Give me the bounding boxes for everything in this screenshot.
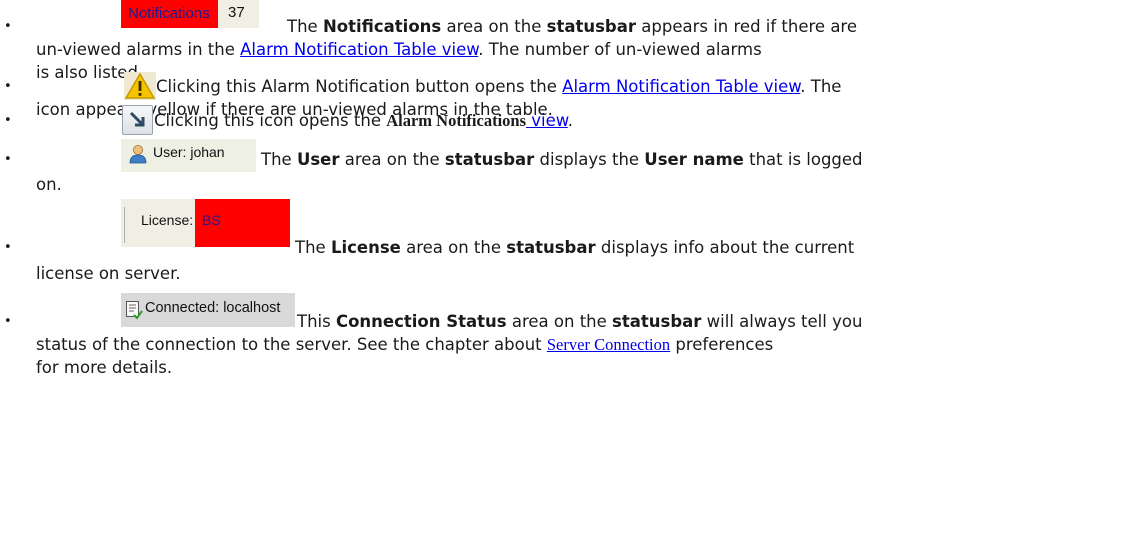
text: appears in red if there are <box>636 17 858 36</box>
bullet: • <box>4 19 12 34</box>
text: will always tell you <box>701 312 863 331</box>
connection-label: Connected: localhost <box>145 300 281 316</box>
text: . The <box>800 77 842 96</box>
bullet: • <box>4 79 12 94</box>
bold-text: statusbar <box>506 238 596 257</box>
paragraph-line: status of the connection to the server. … <box>36 333 1116 356</box>
paragraph-line: Clicking this icon opens the Alarm Notif… <box>154 109 1127 132</box>
paragraph-line: The License area on the statusbar displa… <box>295 236 1127 259</box>
alarm-notification-table-link[interactable]: Alarm Notification Table view <box>240 40 478 59</box>
alarm-notifications-view-link[interactable]: view <box>526 111 568 130</box>
notifications-statusbar-image: Notifications 37 <box>121 0 259 28</box>
text: displays the <box>534 150 645 169</box>
paragraph-line: The Notifications area on the statusbar … <box>287 15 1127 38</box>
bold-text: statusbar <box>612 312 702 331</box>
text: displays info about the current <box>595 238 855 257</box>
bullet: • <box>4 113 12 128</box>
text: area on the <box>506 312 613 331</box>
server-connection-link[interactable]: Server Connection <box>547 335 670 354</box>
connection-statusbar-image: Connected: localhost <box>121 293 295 327</box>
bold-text: Connection Status <box>335 312 507 331</box>
divider <box>124 207 125 243</box>
bold-text: statusbar <box>546 17 637 36</box>
bold-text: License <box>330 238 401 257</box>
text: The <box>287 17 323 36</box>
text: that is logged <box>743 150 863 169</box>
license-label: License: <box>141 212 194 228</box>
connection-icon <box>126 301 143 320</box>
paragraph-line: The User area on the statusbar displays … <box>261 148 1127 171</box>
user-statusbar-image: User: johan <box>121 139 256 172</box>
notifications-count: 37 <box>228 4 245 21</box>
bold-text: statusbar <box>444 150 535 169</box>
text: This <box>297 312 336 331</box>
paragraph-line: un-viewed alarms in the Alarm Notificati… <box>36 38 1116 61</box>
warning-icon <box>124 72 156 100</box>
paragraph-line: license on server. <box>36 264 181 283</box>
alarm-notification-table-link[interactable]: Alarm Notification Table view <box>562 77 800 96</box>
license-statusbar-image: License: BS <box>121 199 290 247</box>
text: area on the <box>339 150 445 169</box>
text: status of the connection to the server. … <box>36 335 547 354</box>
bullet: • <box>4 240 12 255</box>
text: The <box>295 238 331 257</box>
paragraph-line: This Connection Status area on the statu… <box>297 310 1127 333</box>
text: Clicking this Alarm Notification button … <box>156 77 563 96</box>
bold-text: Alarm Notifications <box>386 111 527 130</box>
text: Clicking this icon opens the <box>154 111 387 130</box>
notifications-label: Notifications <box>121 0 218 28</box>
user-label: User: johan <box>153 144 225 160</box>
text: area on the <box>400 238 507 257</box>
user-icon <box>129 145 147 164</box>
text: . The number of un-viewed alarms <box>478 40 762 59</box>
bold-text: User <box>296 150 340 169</box>
bold-text: Notifications <box>322 17 442 36</box>
bullet: • <box>4 152 12 167</box>
text: area on the <box>441 17 547 36</box>
paragraph-line: on. <box>36 175 62 194</box>
paragraph-line: for more details. <box>36 358 173 377</box>
bold-text: User name <box>644 150 744 169</box>
paragraph-line: Clicking this Alarm Notification button … <box>156 75 1127 98</box>
text: un-viewed alarms in the <box>36 40 241 59</box>
text: preferences <box>670 335 774 354</box>
text: The <box>261 150 297 169</box>
license-value: BS <box>195 199 290 247</box>
text: . <box>567 111 573 130</box>
open-view-arrow-icon <box>122 105 153 135</box>
bullet: • <box>4 314 12 329</box>
